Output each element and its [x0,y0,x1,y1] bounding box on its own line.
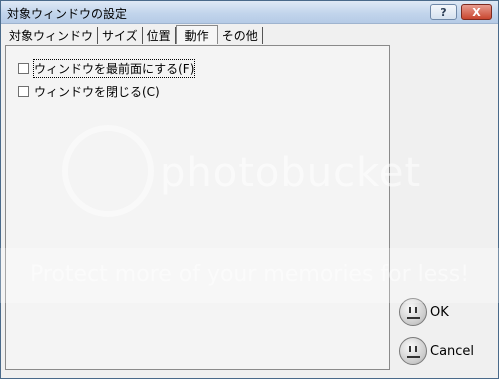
help-icon: ? [440,5,447,19]
tab-strip: 対象ウィンドウ サイズ 位置 動作 その他 [5,25,263,45]
watermark-band [0,248,499,303]
option-topmost[interactable]: ウィンドウを最前面にする(F) [18,59,196,78]
close-window-checkbox[interactable] [18,86,29,97]
close-button[interactable]: X [461,4,492,20]
watermark-camera-icon [62,125,154,217]
close-window-label[interactable]: ウィンドウを閉じる(C) [34,83,160,100]
tab-other[interactable]: その他 [217,27,263,44]
topmost-label[interactable]: ウィンドウを最前面にする(F) [32,59,196,78]
tab-size[interactable]: サイズ [98,27,143,44]
tab-target-window[interactable]: 対象ウィンドウ [5,27,99,44]
cancel-button[interactable]: Cancel [399,336,474,366]
topmost-checkbox[interactable] [18,63,29,74]
title-bar[interactable]: 対象ウィンドウの設定 ? X [1,1,498,24]
tab-panel-behavior: ウィンドウを最前面にする(F) ウィンドウを閉じる(C) [5,45,390,370]
help-button[interactable]: ? [430,4,457,20]
ok-label: OK [430,304,449,320]
tab-position[interactable]: 位置 [142,27,176,44]
tab-behavior[interactable]: 動作 [175,25,218,44]
cancel-label: Cancel [430,343,475,359]
option-close-window[interactable]: ウィンドウを閉じる(C) [18,83,160,100]
window-title: 対象ウィンドウの設定 [7,7,128,21]
cancel-face-icon [399,337,427,365]
close-icon: X [472,5,481,19]
